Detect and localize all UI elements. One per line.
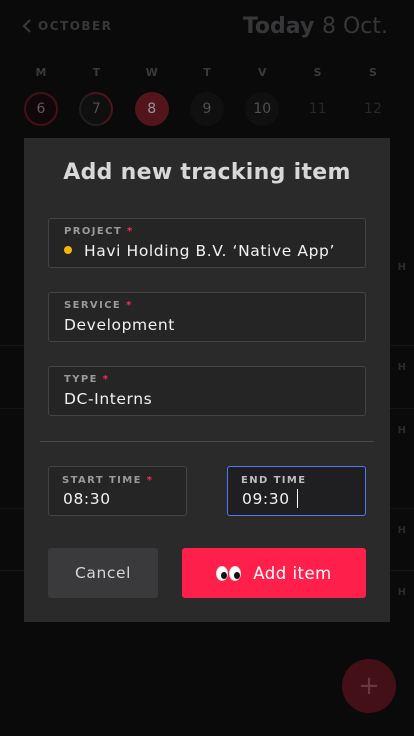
add-item-label: Add item xyxy=(253,563,332,583)
type-label-text: TYPE xyxy=(64,374,98,385)
type-field[interactable]: TYPE * DC-Interns xyxy=(48,366,366,416)
service-label-text: SERVICE xyxy=(64,300,122,311)
project-label: PROJECT * xyxy=(64,226,134,237)
end-time-field[interactable]: END TIME 09:30 xyxy=(227,466,366,516)
eyes-icon xyxy=(216,565,242,581)
add-tracking-item-dialog: Add new tracking item PROJECT * Havi Hol… xyxy=(24,138,390,622)
project-value-text: Havi Holding B.V. ‘Native App’ xyxy=(84,242,336,260)
service-label: SERVICE * xyxy=(64,300,133,311)
start-time-label: START TIME * xyxy=(62,475,153,486)
project-label-text: PROJECT xyxy=(64,226,123,237)
type-value: DC-Interns xyxy=(64,390,153,408)
project-color-dot xyxy=(64,245,72,254)
project-value: Havi Holding B.V. ‘Native App’ xyxy=(64,242,335,260)
start-time-value: 08:30 xyxy=(63,490,111,508)
required-mark: * xyxy=(126,226,134,237)
service-value: Development xyxy=(64,316,175,334)
start-time-label-text: START TIME xyxy=(62,475,142,486)
required-mark: * xyxy=(126,300,133,311)
end-time-value: 09:30 xyxy=(242,489,299,509)
end-time-value-text: 09:30 xyxy=(242,490,290,508)
start-time-field[interactable]: START TIME * 08:30 xyxy=(48,466,187,516)
required-mark: * xyxy=(102,374,110,385)
cancel-button[interactable]: Cancel xyxy=(48,548,158,598)
project-field[interactable]: PROJECT * Havi Holding B.V. ‘Native App’ xyxy=(48,218,366,268)
required-mark: * xyxy=(146,475,154,486)
text-caret xyxy=(296,489,299,508)
dialog-title: Add new tracking item xyxy=(63,160,351,185)
type-label: TYPE * xyxy=(64,374,109,385)
end-time-label: END TIME xyxy=(241,475,307,486)
service-field[interactable]: SERVICE * Development xyxy=(48,292,366,342)
add-item-button[interactable]: Add item xyxy=(182,548,366,598)
divider xyxy=(40,441,374,442)
